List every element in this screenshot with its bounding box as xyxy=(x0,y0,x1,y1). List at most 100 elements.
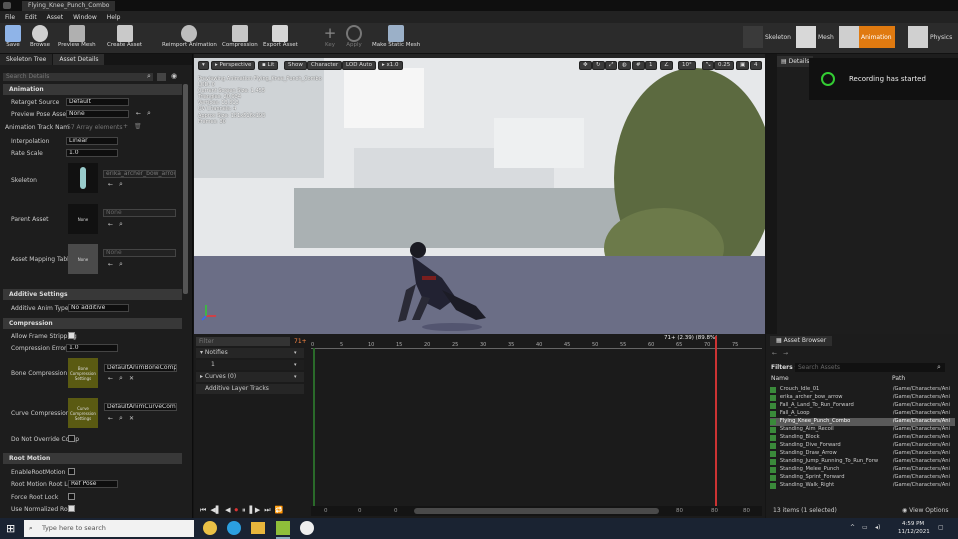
tab-skeleton-tree[interactable]: Skeleton Tree xyxy=(0,54,53,65)
make-static-mesh-button[interactable]: Make Static Mesh xyxy=(372,25,420,48)
add-element-icon[interactable]: + xyxy=(123,123,128,130)
playhead[interactable] xyxy=(715,336,717,506)
mode-animation[interactable]: Animation xyxy=(839,26,895,48)
list-item[interactable]: Standing_Block/Game/Characters/Ani xyxy=(770,434,955,442)
tab-asset-browser[interactable]: ▦ Asset Browser xyxy=(770,336,833,346)
arrow-left-icon[interactable]: ← xyxy=(108,375,113,382)
preview-mesh-button[interactable]: Preview Mesh xyxy=(58,25,96,48)
menu-asset[interactable]: Asset xyxy=(42,14,68,21)
notifications-icon[interactable]: ▢ xyxy=(938,524,944,531)
clock-time[interactable]: 4:59 PM xyxy=(902,521,924,527)
list-item[interactable]: Standing_Aim_Recoil/Game/Characters/Ani xyxy=(770,426,955,434)
skip-end-icon[interactable]: ⏭ xyxy=(264,506,270,515)
column-name[interactable]: Name xyxy=(771,375,789,382)
save-button[interactable]: Save xyxy=(5,25,21,48)
scale-snap-icon[interactable]: ⤡ xyxy=(702,61,715,70)
list-item[interactable]: Standing_Dive_Forward/Game/Characters/An… xyxy=(770,442,955,450)
retarget-source-dropdown[interactable]: Default xyxy=(66,98,129,106)
notify-track-row[interactable]: 1 xyxy=(196,360,304,370)
search-details-input[interactable]: Search Details xyxy=(3,73,153,81)
curve-compression-dropdown[interactable]: DefaultAnimCurveCompre xyxy=(104,403,177,411)
rotate-snap-value[interactable]: 10° xyxy=(678,61,696,70)
minecraft-icon[interactable] xyxy=(276,521,290,535)
lit-button[interactable]: ▪ Lit xyxy=(258,61,279,70)
list-item[interactable]: Fall_A_Loop/Game/Characters/Ani xyxy=(770,410,955,418)
column-path[interactable]: Path xyxy=(892,375,905,382)
scale-snap-value[interactable]: 0.25 xyxy=(714,61,735,70)
tab-asset-details[interactable]: Asset Details xyxy=(53,54,105,65)
grid-snap-icon[interactable]: # xyxy=(632,61,645,70)
rate-scale-input[interactable]: 1.0 xyxy=(66,149,118,157)
filters-button[interactable]: Filters ▾ xyxy=(771,364,798,371)
arrow-left-icon[interactable]: ← xyxy=(108,181,113,188)
volume-icon[interactable]: ◂) xyxy=(875,524,880,531)
arrow-left-icon[interactable]: ← xyxy=(108,415,113,422)
network-icon[interactable]: ▭ xyxy=(862,524,868,531)
splitter[interactable] xyxy=(765,54,777,334)
clock-date[interactable]: 11/12/2021 xyxy=(898,529,930,535)
viewport-menu-button[interactable]: ▾ xyxy=(198,61,209,70)
bone-compression-dropdown[interactable]: DefaultAnimBoneCompre xyxy=(104,364,177,372)
step-back-icon[interactable]: ◀▌ xyxy=(210,506,221,515)
trash-icon[interactable]: 🗑 xyxy=(134,123,142,130)
show-button[interactable]: Show xyxy=(284,61,307,70)
mode-mesh[interactable]: Mesh xyxy=(796,26,834,48)
transform-translate-icon[interactable]: ✥ xyxy=(579,61,592,70)
force-root-checkbox[interactable] xyxy=(68,493,75,500)
search-assets-input[interactable]: Search Assets xyxy=(795,363,945,372)
perspective-button[interactable]: ▸ Perspective xyxy=(211,61,256,70)
menu-window[interactable]: Window xyxy=(68,14,102,21)
eye-icon[interactable]: ◉ xyxy=(171,72,177,80)
interpolation-dropdown[interactable]: Linear xyxy=(66,137,118,145)
filter-input[interactable]: Filter xyxy=(196,337,290,346)
step-forward-icon[interactable]: ▌▶ xyxy=(249,506,260,515)
additive-type-dropdown[interactable]: No additive xyxy=(68,304,129,312)
list-item[interactable]: Flying_Knee_Punch_Combo/Game/Characters/… xyxy=(770,418,955,426)
viewport[interactable]: ▾ ▸ Perspective ▪ Lit Show Character LOD… xyxy=(194,58,765,334)
rotate-snap-icon[interactable]: ∠ xyxy=(660,61,673,70)
back-arrow-icon[interactable]: ← xyxy=(772,350,777,357)
section-animation[interactable]: Animation xyxy=(3,84,182,95)
arrow-left-icon[interactable]: ← xyxy=(108,261,113,268)
section-compression[interactable]: Compression xyxy=(3,318,182,329)
compression-error-input[interactable]: 1.0 xyxy=(66,344,118,352)
enable-root-checkbox[interactable] xyxy=(68,468,75,475)
create-asset-button[interactable]: Create Asset xyxy=(107,25,142,48)
list-item[interactable]: Standing_Walk_Right/Game/Characters/Ani xyxy=(770,482,955,490)
tab-details[interactable]: ▤ Details xyxy=(777,56,814,67)
record-icon[interactable]: ⏺ xyxy=(234,506,238,515)
loop-icon[interactable]: 🔁 xyxy=(275,506,284,515)
browse-search-icon[interactable]: ⌕ xyxy=(119,414,123,423)
notifies-track[interactable]: ▾ Notifies xyxy=(196,348,304,358)
parent-asset-dropdown[interactable]: None xyxy=(103,209,176,217)
character-button[interactable]: Character xyxy=(307,61,343,70)
menu-help[interactable]: Help xyxy=(102,14,126,21)
menu-file[interactable]: File xyxy=(0,14,20,21)
view-options-button[interactable]: ◉ View Options xyxy=(902,507,948,514)
grid-snap-value[interactable]: 1 xyxy=(645,61,657,70)
compression-button[interactable]: Compression xyxy=(222,25,258,48)
curves-dropdown-icon[interactable]: ▾ xyxy=(294,374,297,380)
allow-strip-checkbox[interactable] xyxy=(68,332,75,339)
camera-speed-value[interactable]: 4 xyxy=(750,61,762,70)
edge-icon[interactable] xyxy=(227,521,241,535)
lod-button[interactable]: LOD Auto xyxy=(342,61,376,70)
transform-rotate-icon[interactable]: ↻ xyxy=(592,61,605,70)
chrome-icon[interactable] xyxy=(203,521,217,535)
additive-layer-tracks[interactable]: Additive Layer Tracks xyxy=(196,384,304,394)
notify-track-dropdown-icon[interactable]: ▾ xyxy=(294,362,297,368)
arrow-left-icon[interactable]: ← xyxy=(108,221,113,228)
menu-edit[interactable]: Edit xyxy=(20,14,42,21)
arrow-left-icon[interactable]: ← xyxy=(136,110,141,117)
tray-chevron-icon[interactable]: ^ xyxy=(850,524,855,531)
reimport-button[interactable]: Reimport Animation xyxy=(162,25,217,48)
section-additive[interactable]: Additive Settings xyxy=(3,289,182,300)
scrollbar[interactable] xyxy=(183,84,188,294)
list-item[interactable]: Crouch_Idle_01/Game/Characters/Ani xyxy=(770,386,955,394)
browse-search-icon[interactable]: ⌕ xyxy=(119,220,123,229)
section-root-motion[interactable]: Root Motion xyxy=(3,453,182,464)
forward-arrow-icon[interactable]: → xyxy=(783,350,788,357)
transform-scale-icon[interactable]: ⤢ xyxy=(605,61,618,70)
curves-track[interactable]: ▸ Curves (0) xyxy=(196,372,304,382)
skip-start-icon[interactable]: ⏮ xyxy=(200,506,206,515)
